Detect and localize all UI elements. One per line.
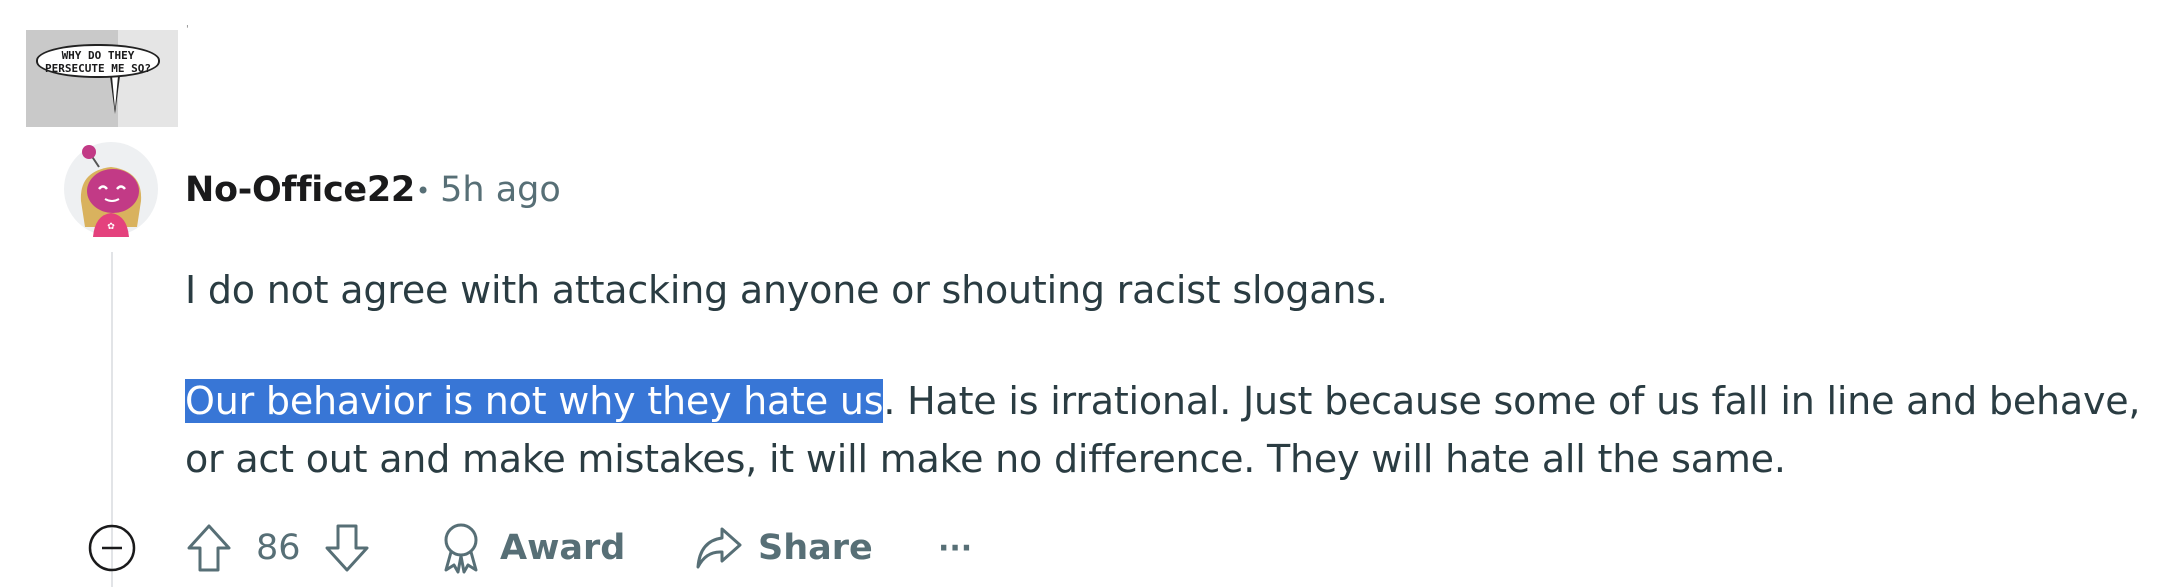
downvote-button[interactable] xyxy=(322,518,372,578)
speech-bubble-line1: WHY DO THEY xyxy=(61,49,135,62)
upvote-button[interactable] xyxy=(184,518,234,578)
comment-username[interactable]: No-Office22 xyxy=(185,168,415,212)
upvote-arrow-icon xyxy=(187,524,231,572)
vote-count-label: 86 xyxy=(256,528,301,568)
svg-text:✿: ✿ xyxy=(107,222,115,232)
award-button[interactable]: Award xyxy=(438,518,625,578)
separator-dot: • xyxy=(416,177,431,205)
more-options-button[interactable]: ··· xyxy=(938,518,972,578)
award-label: Award xyxy=(500,528,626,568)
award-icon xyxy=(444,523,478,574)
more-options-icon: ··· xyxy=(938,530,973,566)
speech-bubble-line2: PERSECUTE ME SO? xyxy=(45,62,151,75)
comment-meta: • 5h ago xyxy=(416,168,561,213)
share-icon xyxy=(696,527,742,569)
avatar-icon: ✿ xyxy=(64,142,158,237)
collapse-icon xyxy=(88,524,136,572)
comment-paragraph-1: I do not agree with attacking anyone or … xyxy=(185,268,1388,312)
selected-text: Our behavior is not why they hate us xyxy=(185,379,884,423)
vote-count: 86 xyxy=(256,518,301,578)
comment-action-bar: 86 Award Share ··· xyxy=(86,518,1186,578)
user-avatar[interactable]: ✿ xyxy=(63,141,159,237)
comment-timestamp[interactable]: 5h ago xyxy=(440,170,561,210)
comic-panel xyxy=(118,30,178,127)
comic-image: WHY DO THEY PERSECUTE ME SO? xyxy=(26,30,178,127)
share-button[interactable]: Share xyxy=(694,518,873,578)
speech-bubble: WHY DO THEY PERSECUTE ME SO? xyxy=(36,44,160,78)
share-label: Share xyxy=(758,528,873,568)
downvote-arrow-icon xyxy=(325,524,369,572)
image-corner-mark: ' xyxy=(186,24,189,35)
comment-paragraph-2: Our behavior is not why they hate us. Ha… xyxy=(185,372,2155,488)
collapse-button[interactable] xyxy=(86,518,138,578)
